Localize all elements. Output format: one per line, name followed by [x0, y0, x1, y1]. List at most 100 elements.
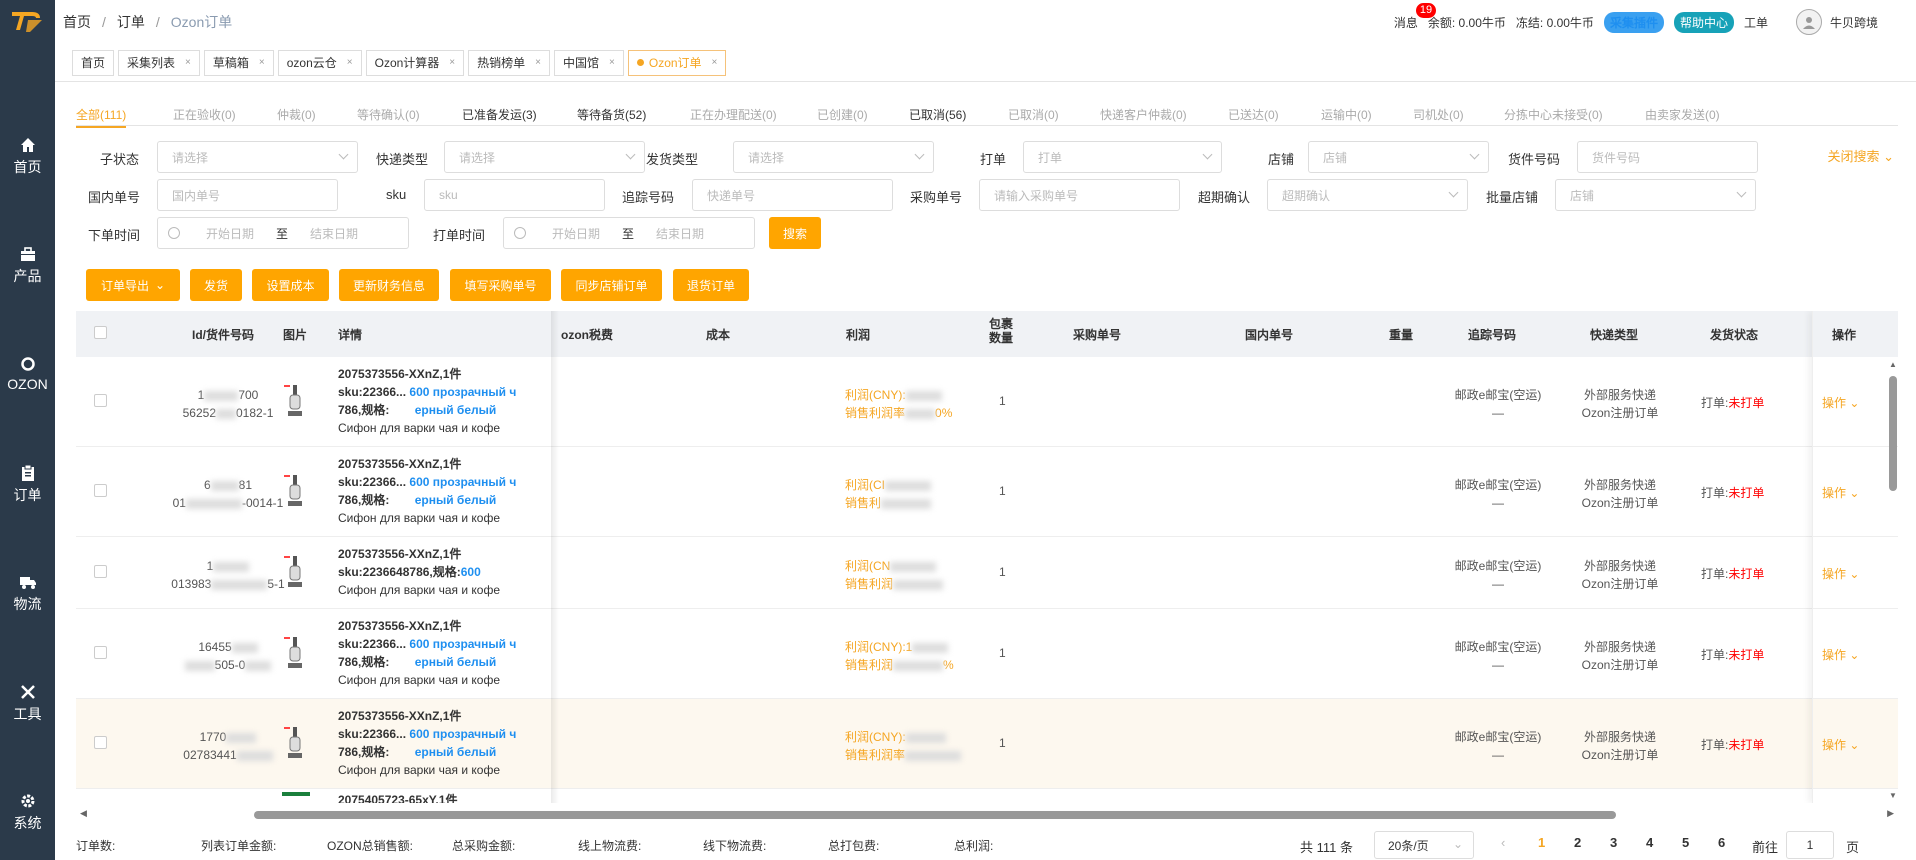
row-checkbox[interactable]: [94, 394, 107, 407]
product-title[interactable]: 2075373556-XXnZ,1件: [338, 367, 461, 381]
end-date-input[interactable]: 结束日期: [650, 225, 710, 242]
item-no-input[interactable]: 货件号码: [1577, 141, 1758, 173]
product-title[interactable]: 2075373556-XXnZ,1件: [338, 709, 461, 723]
close-icon[interactable]: ×: [347, 57, 353, 68]
status-tab[interactable]: 仲裁(0): [277, 106, 316, 123]
status-tab[interactable]: 已取消(56): [909, 106, 966, 123]
page-number[interactable]: 5: [1682, 835, 1689, 850]
search-button[interactable]: 搜索: [769, 217, 821, 249]
tab-drafts[interactable]: 草稿箱 ×: [203, 49, 274, 76]
close-icon[interactable]: ×: [535, 57, 541, 68]
domestic-no-input[interactable]: 国内单号: [157, 179, 338, 211]
tab-home[interactable]: 首页: [72, 49, 115, 76]
export-orders-button[interactable]: 订单导出 ⌄: [86, 269, 180, 301]
product-thumbnail[interactable]: [282, 792, 310, 796]
ticket-link[interactable]: 工单: [1744, 14, 1768, 31]
product-thumbnail[interactable]: [282, 554, 308, 590]
product-thumbnail[interactable]: [282, 383, 308, 419]
page-number[interactable]: 1: [1538, 835, 1545, 850]
print-time-range[interactable]: 开始日期 至 结束日期: [503, 217, 755, 249]
prev-page-icon[interactable]: ‹: [1501, 835, 1505, 850]
product-title[interactable]: 2075405723-65xY,1件: [338, 791, 457, 803]
select-all-checkbox[interactable]: [94, 326, 107, 339]
tab-ozon-orders[interactable]: Ozon订单 ×: [627, 49, 727, 76]
table-row[interactable]: 2075405723-65xY,1件: [76, 789, 1898, 803]
status-tab[interactable]: 等待确认(0): [357, 106, 420, 123]
ship-type-select[interactable]: 请选择: [733, 141, 934, 173]
status-tab[interactable]: 等待备货(52): [577, 106, 646, 123]
print-select[interactable]: 打单: [1023, 141, 1222, 173]
tracking-input[interactable]: 快递单号: [692, 179, 893, 211]
breadcrumb-orders[interactable]: 订单: [117, 12, 145, 32]
sidebar-item-ozon[interactable]: OZON: [0, 356, 55, 392]
sidebar-item-tools[interactable]: 工具: [0, 684, 55, 724]
table-row[interactable]: 16455 505-0 2075373556-XXnZ,1件 sku:22366.…: [76, 609, 1898, 699]
table-row[interactable]: 1 013983 5-1 2075373556-XXnZ,1件 sku:223664…: [76, 537, 1898, 609]
sidebar-item-system[interactable]: 系统: [0, 793, 55, 833]
start-date-input[interactable]: 开始日期: [200, 225, 260, 242]
page-number[interactable]: 6: [1718, 835, 1725, 850]
status-tab[interactable]: 司机处(0): [1413, 106, 1464, 123]
return-orders-button[interactable]: 退货订单: [673, 269, 749, 301]
app-logo[interactable]: [10, 8, 44, 36]
table-row[interactable]: 1 700 56252 0182-1 2075373556-XXnZ,1件 sku:2…: [76, 357, 1898, 447]
end-date-input[interactable]: 结束日期: [304, 225, 364, 242]
messages-link[interactable]: 消息 19: [1394, 2, 1437, 31]
product-title[interactable]: 2075373556-XXnZ,1件: [338, 457, 461, 471]
product-thumbnail[interactable]: [282, 473, 308, 509]
user-name[interactable]: 牛贝跨境: [1830, 14, 1878, 31]
product-title[interactable]: 2075373556-XXnZ,1件: [338, 619, 461, 633]
overdue-select[interactable]: 超期确认: [1267, 179, 1468, 211]
status-tab[interactable]: 全部(111): [76, 106, 127, 128]
scroll-left-icon[interactable]: ◀: [80, 808, 87, 819]
sidebar-item-home[interactable]: 首页: [0, 137, 55, 177]
status-tab[interactable]: 分拣中心未接受(0): [1504, 106, 1603, 123]
horizontal-scrollbar[interactable]: ◀ ▶: [76, 808, 1898, 820]
page-number[interactable]: 4: [1646, 835, 1653, 850]
status-tab[interactable]: 正在验收(0): [173, 106, 236, 123]
goto-page-input[interactable]: 1: [1786, 831, 1834, 859]
sidebar-item-product[interactable]: 产品: [0, 246, 55, 286]
sku-input[interactable]: sku: [424, 179, 605, 211]
tab-hot-list[interactable]: 热销榜单 ×: [468, 49, 550, 76]
close-search-link[interactable]: 关闭搜索 ⌄: [1827, 146, 1894, 165]
fill-purchase-no-button[interactable]: 填写采购单号: [450, 269, 551, 301]
store-select[interactable]: 店铺: [1308, 141, 1489, 173]
sub-status-select[interactable]: 请选择: [157, 141, 358, 173]
express-type-select[interactable]: 请选择: [444, 141, 645, 173]
row-checkbox[interactable]: [94, 484, 107, 497]
status-tab[interactable]: 快递客户仲裁(0): [1100, 106, 1187, 123]
avatar[interactable]: [1795, 9, 1822, 35]
plugin-button[interactable]: 采集插件: [1603, 11, 1664, 33]
horizontal-scroll-thumb[interactable]: [254, 811, 1616, 819]
status-tab[interactable]: 已送达(0): [1228, 106, 1279, 123]
close-icon[interactable]: ×: [449, 57, 455, 68]
page-number[interactable]: 2: [1574, 835, 1581, 850]
tab-collect-list[interactable]: 采集列表 ×: [118, 49, 200, 76]
scroll-down-icon[interactable]: ▼: [1889, 791, 1897, 800]
row-checkbox[interactable]: [94, 646, 107, 659]
status-tab[interactable]: 已准备发运(3): [462, 106, 537, 123]
tab-china-pavilion[interactable]: 中国馆 ×: [554, 49, 624, 76]
start-date-input[interactable]: 开始日期: [546, 225, 606, 242]
scroll-up-icon[interactable]: ▲: [1889, 360, 1897, 369]
close-icon[interactable]: ×: [609, 57, 615, 68]
page-number[interactable]: 3: [1610, 835, 1617, 850]
tab-ozon-calculator[interactable]: Ozon计算器 ×: [365, 49, 465, 76]
sidebar-item-logistics[interactable]: 物流: [0, 574, 55, 614]
batch-store-select[interactable]: 店铺: [1555, 179, 1756, 211]
status-tab[interactable]: 已创建(0): [817, 106, 868, 123]
vertical-scrollbar[interactable]: ▲ ▼: [1888, 360, 1898, 800]
sidebar-item-order[interactable]: 订单: [0, 465, 55, 505]
set-cost-button[interactable]: 设置成本: [252, 269, 329, 301]
row-checkbox[interactable]: [94, 736, 107, 749]
breadcrumb-home[interactable]: 首页: [63, 12, 91, 32]
ship-button[interactable]: 发货: [190, 269, 242, 301]
close-icon[interactable]: ×: [712, 57, 718, 68]
product-thumbnail[interactable]: [282, 725, 308, 761]
sync-store-orders-button[interactable]: 同步店铺订单: [561, 269, 662, 301]
status-tab[interactable]: 运输中(0): [1321, 106, 1372, 123]
purchase-no-input[interactable]: 请输入采购单号: [979, 179, 1180, 211]
status-tab[interactable]: 已取消(0): [1008, 106, 1059, 123]
help-button[interactable]: 帮助中心: [1673, 11, 1734, 33]
